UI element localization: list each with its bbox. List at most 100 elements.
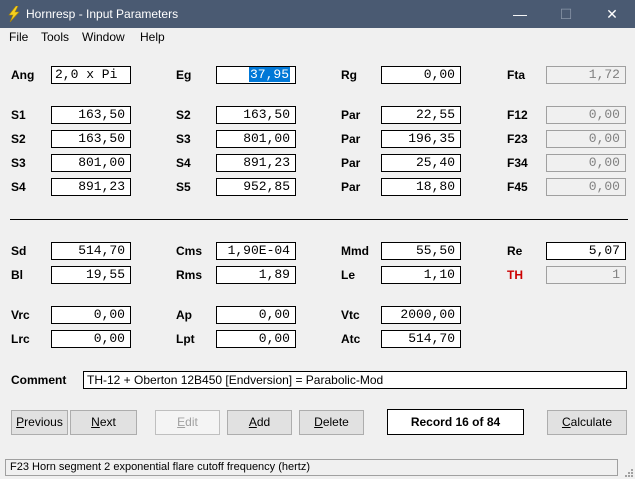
field-f45: 0,00 bbox=[546, 178, 626, 196]
label-le: Le bbox=[341, 268, 356, 282]
field-th: 1 bbox=[546, 266, 626, 284]
field-f23: 0,00 bbox=[546, 130, 626, 148]
label-par-4: Par bbox=[341, 180, 361, 194]
label-par-3: Par bbox=[341, 156, 361, 170]
previous-label-post: revious bbox=[24, 415, 63, 429]
calculate-label-post: alculate bbox=[570, 415, 613, 429]
label-cms: Cms bbox=[176, 244, 203, 258]
previous-mnemonic: P bbox=[16, 415, 25, 429]
menu-tools[interactable]: Tools bbox=[41, 30, 69, 44]
label-bl: Bl bbox=[11, 268, 23, 282]
delete-button[interactable]: Delete bbox=[299, 410, 364, 435]
status-bar: F23 Horn segment 2 exponential flare cut… bbox=[0, 458, 635, 479]
field-atc[interactable]: 514,70 bbox=[381, 330, 461, 348]
label-vtc: Vtc bbox=[341, 308, 360, 322]
next-mnemonic: N bbox=[91, 415, 100, 429]
menu-file[interactable]: File bbox=[9, 30, 28, 44]
field-rg[interactable]: 0,00 bbox=[381, 66, 461, 84]
label-s3-right: S3 bbox=[176, 132, 191, 146]
field-s1[interactable]: 163,50 bbox=[51, 106, 131, 124]
label-vrc: Vrc bbox=[11, 308, 30, 322]
record-indicator: Record 16 of 84 bbox=[387, 409, 524, 435]
label-rg: Rg bbox=[341, 68, 357, 82]
field-par-2[interactable]: 196,35 bbox=[381, 130, 461, 148]
field-eg[interactable]: 37,95 bbox=[216, 66, 296, 84]
field-s4-right[interactable]: 891,23 bbox=[216, 154, 296, 172]
menu-help[interactable]: Help bbox=[140, 30, 165, 44]
menu-window[interactable]: Window bbox=[82, 30, 125, 44]
menu-bar: File Tools Window Help bbox=[0, 28, 635, 46]
field-eg-value: 37,95 bbox=[248, 67, 290, 82]
label-s2: S2 bbox=[11, 132, 26, 146]
edit-mnemonic: E bbox=[177, 415, 186, 429]
label-atc: Atc bbox=[341, 332, 361, 346]
label-f34: F34 bbox=[507, 156, 528, 170]
label-par-1: Par bbox=[341, 108, 361, 122]
field-par-4[interactable]: 18,80 bbox=[381, 178, 461, 196]
label-f12: F12 bbox=[507, 108, 528, 122]
field-s2[interactable]: 163,50 bbox=[51, 130, 131, 148]
field-cms[interactable]: 1,90E-04 bbox=[216, 242, 296, 260]
field-re[interactable]: 5,07 bbox=[546, 242, 626, 260]
label-s5: S5 bbox=[176, 180, 191, 194]
previous-button[interactable]: Previous bbox=[11, 410, 68, 435]
comment-field[interactable]: TH-12 + Oberton 12B450 [Endversion] = Pa… bbox=[83, 371, 627, 389]
add-button[interactable]: Add bbox=[227, 410, 292, 435]
label-sd: Sd bbox=[11, 244, 27, 258]
label-lrc: Lrc bbox=[11, 332, 30, 346]
field-lrc[interactable]: 0,00 bbox=[51, 330, 131, 348]
field-ap[interactable]: 0,00 bbox=[216, 306, 296, 324]
add-mnemonic: A bbox=[248, 415, 257, 429]
label-s4: S4 bbox=[11, 180, 26, 194]
field-s3[interactable]: 801,00 bbox=[51, 154, 131, 172]
resize-grip-icon[interactable] bbox=[623, 467, 633, 477]
label-s4-right: S4 bbox=[176, 156, 191, 170]
delete-label-post: elete bbox=[322, 415, 349, 429]
label-th: TH bbox=[507, 268, 523, 282]
maximize-button[interactable]: ☐ bbox=[543, 0, 589, 28]
label-comment: Comment bbox=[11, 373, 67, 387]
field-fta: 1,72 bbox=[546, 66, 626, 84]
section-divider bbox=[10, 219, 628, 220]
calculate-button[interactable]: Calculate bbox=[547, 410, 627, 435]
field-mmd[interactable]: 55,50 bbox=[381, 242, 461, 260]
label-s1: S1 bbox=[11, 108, 26, 122]
field-sd[interactable]: 514,70 bbox=[51, 242, 131, 260]
field-vrc[interactable]: 0,00 bbox=[51, 306, 131, 324]
field-par-1[interactable]: 22,55 bbox=[381, 106, 461, 124]
close-button[interactable]: ✕ bbox=[589, 0, 635, 28]
label-s3: S3 bbox=[11, 156, 26, 170]
field-rms[interactable]: 1,89 bbox=[216, 266, 296, 284]
next-label-post: ext bbox=[99, 415, 116, 429]
label-eg: Eg bbox=[176, 68, 192, 82]
label-ap: Ap bbox=[176, 308, 192, 322]
field-lpt[interactable]: 0,00 bbox=[216, 330, 296, 348]
label-f23: F23 bbox=[507, 132, 528, 146]
label-par-2: Par bbox=[341, 132, 361, 146]
field-ang[interactable]: 2,0 x Pi bbox=[51, 66, 131, 84]
field-s3-right[interactable]: 801,00 bbox=[216, 130, 296, 148]
app-lightning-icon bbox=[8, 6, 20, 22]
field-s5[interactable]: 952,85 bbox=[216, 178, 296, 196]
title-bar[interactable]: Hornresp - Input Parameters — ☐ ✕ bbox=[0, 0, 635, 28]
label-re: Re bbox=[507, 244, 523, 258]
field-le[interactable]: 1,10 bbox=[381, 266, 461, 284]
label-mmd: Mmd bbox=[341, 244, 369, 258]
add-label-post: dd bbox=[256, 415, 271, 429]
label-fta: Fta bbox=[507, 68, 525, 82]
input-parameters-panel: Ang 2,0 x Pi Eg 37,95 Rg 0,00 Fta 1,72 S… bbox=[0, 46, 635, 458]
field-par-3[interactable]: 25,40 bbox=[381, 154, 461, 172]
field-s2-right[interactable]: 163,50 bbox=[216, 106, 296, 124]
field-vtc[interactable]: 2000,00 bbox=[381, 306, 461, 324]
edit-label-post: dit bbox=[185, 415, 198, 429]
delete-mnemonic: D bbox=[314, 415, 323, 429]
label-s2-right: S2 bbox=[176, 108, 191, 122]
field-bl[interactable]: 19,55 bbox=[51, 266, 131, 284]
minimize-button[interactable]: — bbox=[497, 0, 543, 28]
field-f34: 0,00 bbox=[546, 154, 626, 172]
field-s4[interactable]: 891,23 bbox=[51, 178, 131, 196]
status-text: F23 Horn segment 2 exponential flare cut… bbox=[5, 459, 618, 476]
label-f45: F45 bbox=[507, 180, 528, 194]
next-button[interactable]: Next bbox=[70, 410, 137, 435]
window-title: Hornresp - Input Parameters bbox=[26, 7, 179, 21]
